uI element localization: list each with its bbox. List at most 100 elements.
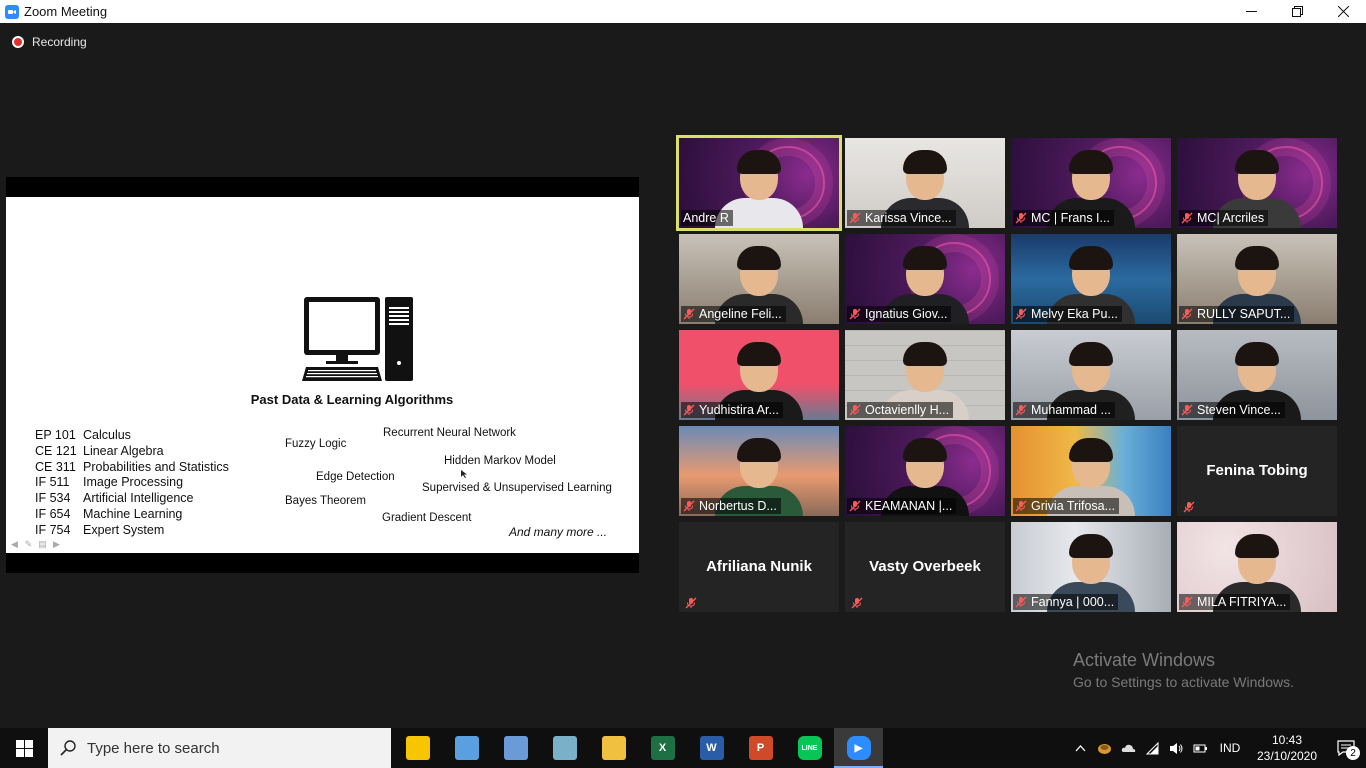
slide-toolbar: ◀ ✎ ▤ ▶ xyxy=(9,539,62,549)
input-language-indicator[interactable]: IND xyxy=(1212,741,1248,755)
participant-name: MILA FITRIYA... xyxy=(1197,595,1287,609)
participant-name: KEAMANAN |... xyxy=(865,499,953,513)
participant-tile[interactable]: KEAMANAN |... xyxy=(845,426,1005,516)
taskbar-app-paint-3d[interactable] xyxy=(491,728,540,768)
participant-name: Angeline Feli... xyxy=(699,307,782,321)
notes-icon xyxy=(552,736,577,760)
participant-name: Grivia Trifosa... xyxy=(1031,499,1116,513)
powerpoint-icon: P xyxy=(748,736,773,760)
close-button[interactable] xyxy=(1320,0,1366,23)
taskbar-search-box[interactable]: Type here to search xyxy=(48,728,391,768)
participant-tile[interactable]: Andre R xyxy=(676,135,842,231)
restore-icon xyxy=(1291,6,1303,17)
participant-tile[interactable]: Angeline Feli... xyxy=(679,234,839,324)
course-code: CE 311 xyxy=(35,459,76,474)
shared-screen[interactable]: Past Data & Learning Algorithms EP 101 Ca… xyxy=(6,177,639,573)
restore-button[interactable] xyxy=(1274,0,1320,23)
notification-count-badge: 2 xyxy=(1346,746,1360,760)
taskbar-app-word[interactable]: W xyxy=(687,728,736,768)
taskbar-app-sticky-notes[interactable] xyxy=(393,728,442,768)
course-name: Image Processing xyxy=(83,475,184,490)
taskbar: Type here to search X W P LINE ▶ IND 10:… xyxy=(0,728,1366,768)
computer-icon xyxy=(302,297,413,381)
participant-tile[interactable]: MC| Arcriles xyxy=(1177,138,1337,228)
algorithm-label: Bayes Theorem xyxy=(285,495,366,507)
clock-time: 10:43 xyxy=(1271,733,1303,747)
participant-name: Yudhistira Ar... xyxy=(699,403,779,417)
tray-app-button[interactable] xyxy=(1092,728,1116,768)
taskbar-app-paint[interactable] xyxy=(442,728,491,768)
participant-tile[interactable]: Norbertus D... xyxy=(679,426,839,516)
participant-tile[interactable]: MC | Frans I... xyxy=(1011,138,1171,228)
volume-button[interactable] xyxy=(1164,728,1188,768)
algorithm-label: Supervised & Unsupervised Learning xyxy=(422,482,612,494)
previous-slide-icon[interactable]: ◀ xyxy=(9,539,20,549)
battery-button[interactable] xyxy=(1188,728,1212,768)
action-center-button[interactable]: 2 xyxy=(1326,728,1366,768)
participant-tile[interactable]: Grivia Trifosa... xyxy=(1011,426,1171,516)
activate-windows-watermark: Activate Windows Go to Settings to activ… xyxy=(1073,650,1294,690)
participant-name-label: Andre R xyxy=(681,210,733,226)
participant-tile[interactable]: Yudhistira Ar... xyxy=(679,330,839,420)
wifi-icon xyxy=(1145,741,1158,754)
muted-mic-icon xyxy=(683,404,695,416)
course-item: CE 121 Linear Algebra xyxy=(35,444,229,460)
mouse-cursor-icon xyxy=(461,470,467,478)
taskbar-apps: X W P LINE ▶ xyxy=(393,728,883,768)
cloud-icon xyxy=(1121,744,1135,752)
participant-tile[interactable]: Afriliana Nunik xyxy=(679,522,839,612)
taskbar-app-file-explorer[interactable] xyxy=(589,728,638,768)
participant-tile[interactable]: MILA FITRIYA... xyxy=(1177,522,1337,612)
pen-icon[interactable]: ✎ xyxy=(23,539,34,549)
taskbar-app-powerpoint[interactable]: P xyxy=(736,728,785,768)
battery-icon xyxy=(1193,744,1207,752)
participant-tile[interactable]: Muhammad ... xyxy=(1011,330,1171,420)
show-hidden-icons-button[interactable] xyxy=(1068,728,1092,768)
participant-name: Karissa Vince... xyxy=(865,211,952,225)
zoom-icon: ▶ xyxy=(846,736,871,760)
participant-tile[interactable]: Melvy Eka Pu... xyxy=(1011,234,1171,324)
participant-name-large: Afriliana Nunik xyxy=(706,558,812,575)
participant-name: RULLY SAPUT... xyxy=(1197,307,1291,321)
participant-tile[interactable]: Karissa Vince... xyxy=(845,138,1005,228)
start-button[interactable] xyxy=(0,728,48,768)
participant-name-label: RULLY SAPUT... xyxy=(1179,306,1295,322)
course-item: IF 534 Artificial Intelligence xyxy=(35,491,229,507)
participant-tile[interactable]: RULLY SAPUT... xyxy=(1177,234,1337,324)
muted-mic-icon xyxy=(849,404,861,416)
muted-mic-icon xyxy=(1181,212,1193,224)
participant-tile[interactable]: Fannya | 000... xyxy=(1011,522,1171,612)
excel-icon: X xyxy=(650,736,675,760)
participant-tile[interactable]: Vasty Overbeek xyxy=(845,522,1005,612)
taskbar-app-line[interactable]: LINE xyxy=(785,728,834,768)
muted-mic-icon xyxy=(1015,404,1027,416)
participant-tile[interactable]: Octavienlly H... xyxy=(845,330,1005,420)
taskbar-app-notes[interactable] xyxy=(540,728,589,768)
algorithm-label: Recurrent Neural Network xyxy=(383,427,516,439)
participant-tile[interactable]: Fenina Tobing xyxy=(1177,426,1337,516)
next-slide-icon[interactable]: ▶ xyxy=(51,539,62,549)
taskbar-clock[interactable]: 10:43 23/10/2020 xyxy=(1248,732,1326,764)
taskbar-app-excel[interactable]: X xyxy=(638,728,687,768)
muted-mic-icon xyxy=(683,308,695,320)
network-button[interactable] xyxy=(1140,728,1164,768)
onedrive-button[interactable] xyxy=(1116,728,1140,768)
minimize-icon xyxy=(1245,11,1257,12)
close-icon xyxy=(1337,6,1349,17)
course-code: EP 101 xyxy=(35,428,76,442)
minimize-button[interactable] xyxy=(1228,0,1274,23)
taskbar-app-zoom[interactable]: ▶ xyxy=(834,728,883,768)
course-item: EP 101 Calculus xyxy=(35,428,229,444)
system-tray: IND 10:43 23/10/2020 2 xyxy=(1068,728,1366,768)
participant-tile[interactable]: Ignatius Giov... xyxy=(845,234,1005,324)
meeting-area: Recording Past Data & Learning Algorithm… xyxy=(0,23,1366,728)
recording-indicator[interactable]: Recording xyxy=(12,35,87,49)
algorithm-label: Fuzzy Logic xyxy=(285,438,347,450)
muted-mic-icon xyxy=(1181,308,1193,320)
course-item: IF 511 Image Processing xyxy=(35,475,229,491)
slide-menu-icon[interactable]: ▤ xyxy=(37,539,48,549)
participant-tile[interactable]: Steven Vince... xyxy=(1177,330,1337,420)
participant-name-label: Norbertus D... xyxy=(681,498,781,514)
paint-3d-icon xyxy=(503,736,528,760)
clock-date: 23/10/2020 xyxy=(1256,749,1318,763)
